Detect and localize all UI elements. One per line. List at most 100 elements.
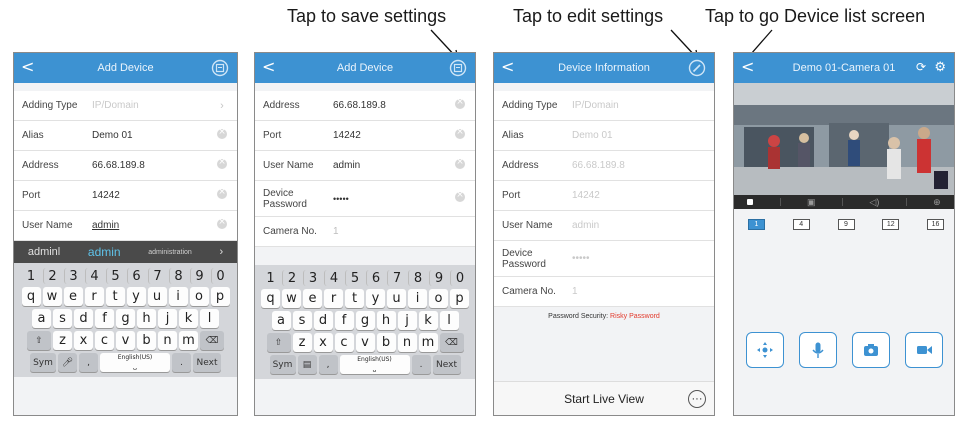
space-key[interactable]: English(US) ⎵ bbox=[100, 353, 170, 372]
space-key[interactable]: English(US) ⎵ bbox=[339, 355, 410, 374]
key[interactable]: f bbox=[334, 311, 354, 330]
key[interactable]: 1 bbox=[21, 268, 41, 284]
audio-icon[interactable]: ◁) bbox=[869, 197, 879, 208]
key[interactable]: 0 bbox=[450, 270, 469, 286]
clipboard-icon[interactable]: ▤ bbox=[297, 355, 317, 374]
key[interactable]: p bbox=[210, 287, 230, 306]
clear-icon[interactable] bbox=[217, 187, 227, 199]
key[interactable]: z bbox=[53, 331, 72, 350]
chevron-right-icon[interactable]: › bbox=[219, 246, 223, 258]
key[interactable]: w bbox=[42, 287, 62, 306]
row-adding-type[interactable]: Adding Type IP/Domain › bbox=[14, 91, 237, 121]
password-input[interactable]: ••••• bbox=[333, 194, 453, 204]
key[interactable]: d bbox=[74, 309, 93, 328]
key[interactable]: w bbox=[282, 289, 301, 308]
zoom-icon[interactable]: ⊕ bbox=[933, 197, 941, 208]
shift-icon[interactable]: ⇧ bbox=[266, 333, 291, 352]
suggestion-item[interactable]: admin bbox=[88, 245, 121, 259]
key[interactable]: n bbox=[158, 331, 177, 350]
key[interactable]: g bbox=[355, 311, 375, 330]
back-icon[interactable]: < bbox=[741, 57, 754, 77]
key[interactable]: 0 bbox=[210, 268, 230, 284]
key[interactable]: q bbox=[21, 287, 41, 306]
more-icon[interactable]: ··· bbox=[688, 390, 706, 408]
record-button[interactable] bbox=[904, 332, 943, 368]
key[interactable]: n bbox=[397, 333, 417, 352]
key[interactable]: y bbox=[126, 287, 146, 306]
camera-video-feed[interactable] bbox=[734, 83, 954, 195]
key[interactable]: 9 bbox=[189, 268, 209, 284]
user-name-input[interactable]: admin bbox=[333, 160, 453, 171]
back-icon[interactable]: < bbox=[262, 57, 275, 77]
period-key[interactable]: . bbox=[411, 355, 431, 374]
key[interactable]: 7 bbox=[147, 268, 167, 284]
key[interactable]: a bbox=[271, 311, 291, 330]
row-port[interactable]: Port 14242 bbox=[14, 181, 237, 211]
layout-12-button[interactable]: 12 bbox=[882, 219, 900, 230]
key[interactable]: k bbox=[179, 309, 198, 328]
key[interactable]: r bbox=[324, 289, 343, 308]
talk-button[interactable] bbox=[798, 332, 837, 368]
back-icon[interactable]: < bbox=[21, 57, 34, 77]
gear-icon[interactable]: ⚙ bbox=[934, 59, 946, 75]
key[interactable]: 4 bbox=[324, 270, 343, 286]
key[interactable]: z bbox=[292, 333, 312, 352]
key[interactable]: 9 bbox=[429, 270, 448, 286]
key[interactable]: 6 bbox=[126, 268, 146, 284]
key[interactable]: b bbox=[376, 333, 396, 352]
shift-icon[interactable]: ⇧ bbox=[27, 331, 51, 350]
key[interactable]: a bbox=[32, 309, 51, 328]
layout-16-button[interactable]: 16 bbox=[927, 219, 944, 230]
clear-icon[interactable] bbox=[455, 127, 465, 139]
sym-key[interactable]: Sym bbox=[30, 353, 56, 372]
key[interactable]: 2 bbox=[282, 270, 301, 286]
port-input[interactable]: 14242 bbox=[333, 130, 453, 141]
alias-input[interactable]: Demo 01 bbox=[92, 130, 215, 141]
edit-icon[interactable] bbox=[688, 59, 706, 77]
key[interactable]: q bbox=[261, 289, 280, 308]
clear-icon[interactable] bbox=[217, 217, 227, 229]
key[interactable]: d bbox=[313, 311, 333, 330]
key[interactable]: p bbox=[450, 289, 469, 308]
save-icon[interactable] bbox=[449, 59, 467, 77]
key[interactable]: l bbox=[439, 311, 459, 330]
key[interactable]: 5 bbox=[105, 268, 125, 284]
key[interactable]: e bbox=[63, 287, 83, 306]
address-input[interactable]: 66.68.189.8 bbox=[333, 100, 453, 111]
key[interactable]: 8 bbox=[408, 270, 427, 286]
camera-no-input[interactable]: 1 bbox=[333, 226, 467, 237]
clear-icon[interactable] bbox=[455, 190, 465, 202]
key[interactable]: 5 bbox=[345, 270, 364, 286]
backspace-icon[interactable]: ⌫ bbox=[200, 331, 224, 350]
key[interactable]: f bbox=[95, 309, 114, 328]
key[interactable]: 8 bbox=[168, 268, 188, 284]
key[interactable]: t bbox=[105, 287, 125, 306]
key[interactable]: t bbox=[345, 289, 364, 308]
layout-9-button[interactable]: 9 bbox=[837, 219, 855, 230]
key[interactable]: i bbox=[408, 289, 427, 308]
key[interactable]: h bbox=[137, 309, 156, 328]
suggestion-item[interactable]: administration bbox=[148, 249, 192, 256]
key[interactable]: h bbox=[376, 311, 396, 330]
start-live-view-button[interactable]: Start Live View bbox=[564, 392, 644, 406]
row-address[interactable]: Address 66.68.189.8 bbox=[14, 151, 237, 181]
next-key[interactable]: Next bbox=[432, 355, 461, 374]
key[interactable]: v bbox=[355, 333, 375, 352]
backspace-icon[interactable]: ⌫ bbox=[439, 333, 464, 352]
key[interactable]: j bbox=[158, 309, 177, 328]
key[interactable]: x bbox=[74, 331, 93, 350]
comma-key[interactable]: , bbox=[79, 353, 98, 372]
key[interactable]: x bbox=[313, 333, 333, 352]
microphone-icon[interactable]: 🎤︎ bbox=[58, 353, 77, 372]
row-port[interactable]: Port 14242 bbox=[255, 121, 475, 151]
key[interactable]: r bbox=[84, 287, 104, 306]
key[interactable]: j bbox=[397, 311, 417, 330]
ptz-button[interactable] bbox=[745, 332, 784, 368]
key[interactable]: 7 bbox=[387, 270, 406, 286]
row-device-password[interactable]: Device Password ••••• bbox=[255, 181, 475, 217]
row-address[interactable]: Address 66.68.189.8 bbox=[255, 91, 475, 121]
key[interactable]: g bbox=[116, 309, 135, 328]
key[interactable]: u bbox=[387, 289, 406, 308]
key[interactable]: i bbox=[168, 287, 188, 306]
key[interactable]: 3 bbox=[303, 270, 322, 286]
